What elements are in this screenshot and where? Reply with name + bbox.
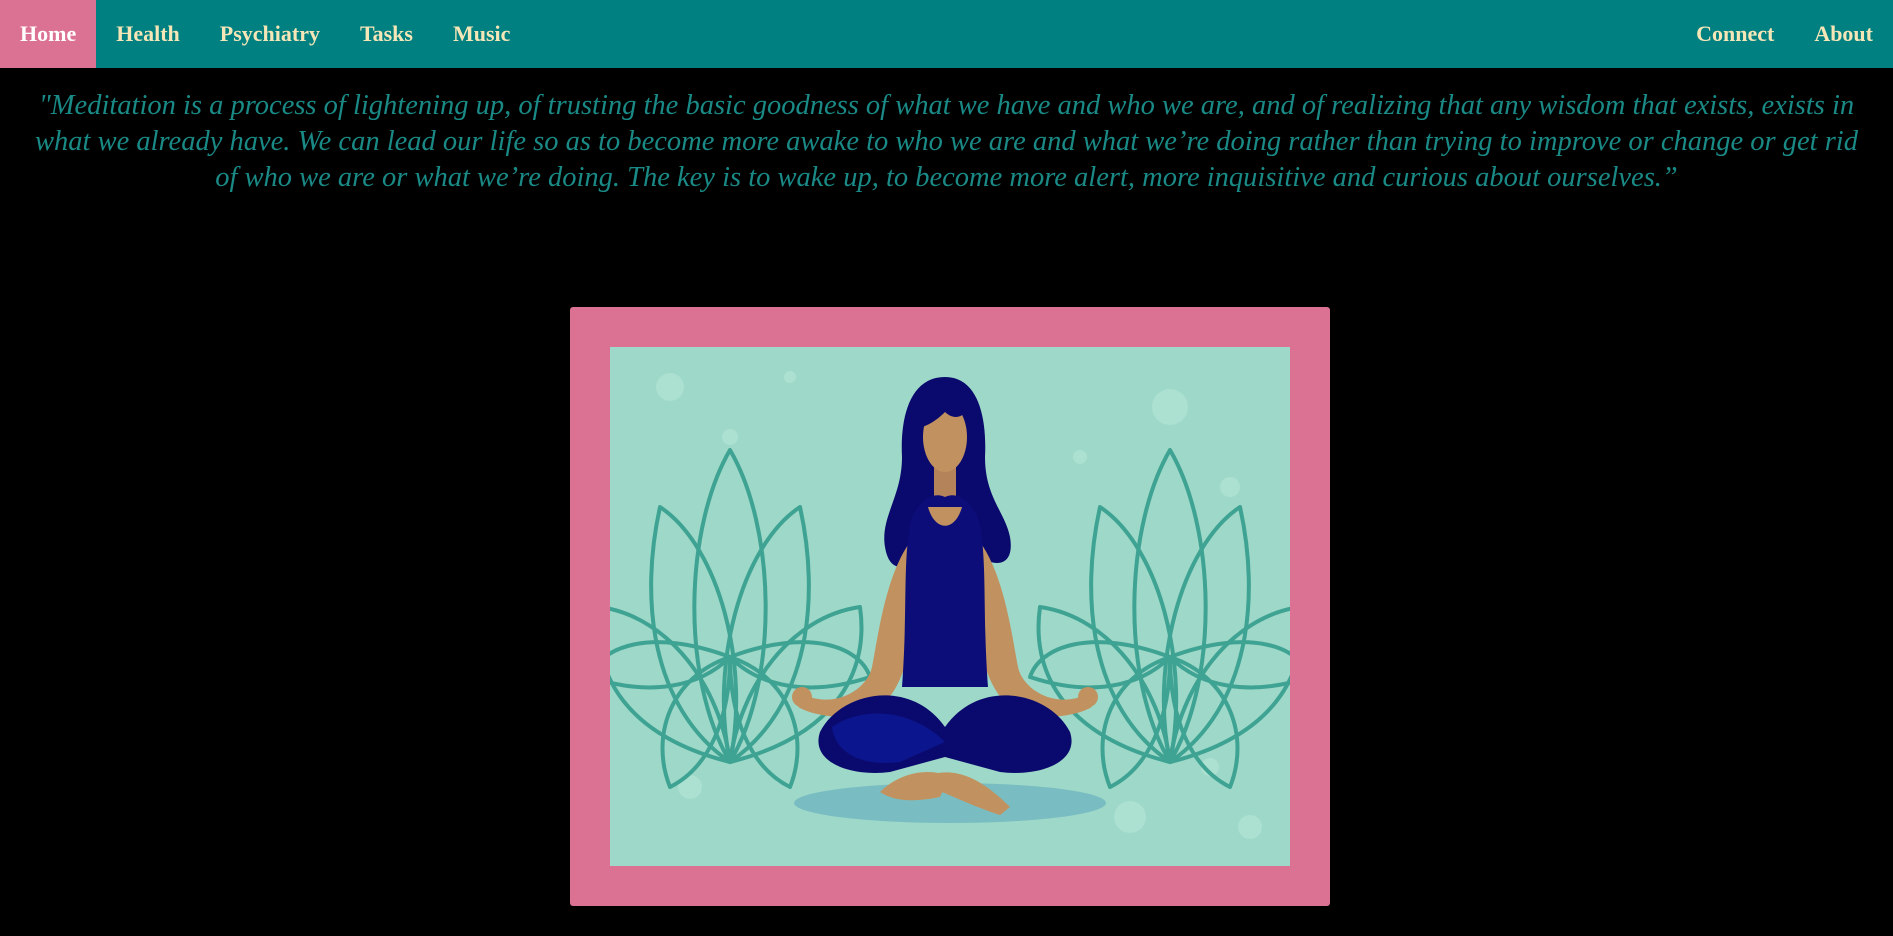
nav-item-health[interactable]: Health <box>96 0 200 68</box>
nav-item-music[interactable]: Music <box>433 0 530 68</box>
meditation-illustration <box>610 347 1290 866</box>
nav-item-psychiatry[interactable]: Psychiatry <box>200 0 340 68</box>
nav-right-group: Connect About <box>1676 0 1893 68</box>
meditation-quote: "Meditation is a process of lightening u… <box>35 90 1858 193</box>
nav-item-tasks[interactable]: Tasks <box>340 0 433 68</box>
nav-item-about[interactable]: About <box>1794 0 1893 68</box>
top-navbar: Home Health Psychiatry Tasks Music Conne… <box>0 0 1893 68</box>
nav-left-group: Home Health Psychiatry Tasks Music <box>0 0 530 68</box>
nav-item-connect[interactable]: Connect <box>1676 0 1794 68</box>
image-frame <box>570 307 1330 906</box>
nav-item-home[interactable]: Home <box>0 0 97 68</box>
